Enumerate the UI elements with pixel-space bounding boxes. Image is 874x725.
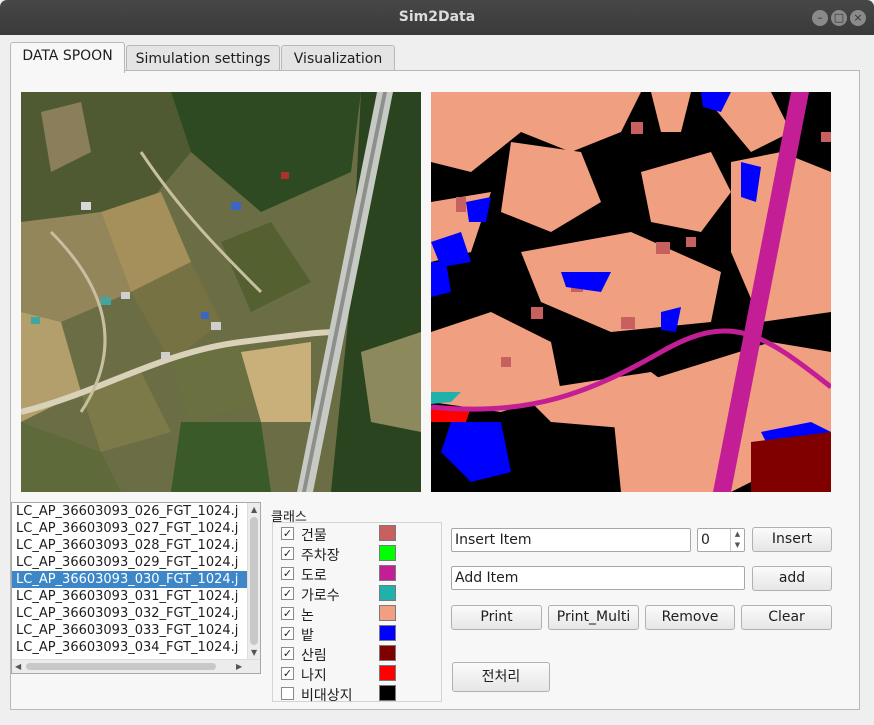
- remove-button[interactable]: Remove: [645, 605, 735, 630]
- class-checkbox[interactable]: ✓: [281, 607, 294, 620]
- class-row: ✓ 가로수: [281, 584, 396, 604]
- tab-data-spoon[interactable]: DATA SPOON: [10, 42, 125, 73]
- file-list[interactable]: LC_AP_36603093_026_FGT_1024.j LC_AP_36603…: [11, 502, 261, 674]
- scroll-up-icon[interactable]: ▲: [251, 505, 257, 514]
- minimize-button[interactable]: –: [812, 10, 828, 26]
- spin-arrows[interactable]: ▲ ▼: [730, 529, 744, 551]
- horizontal-scrollbar[interactable]: ◀ ▶: [12, 659, 260, 673]
- file-list-item[interactable]: LC_AP_36603093_029_FGT_1024.j: [12, 554, 248, 571]
- class-color-swatch[interactable]: [379, 665, 396, 681]
- tab-simulation-settings[interactable]: Simulation settings: [126, 45, 280, 72]
- class-label: 비대상지: [301, 688, 353, 704]
- class-checkbox[interactable]: ✓: [281, 627, 294, 640]
- scroll-right-icon[interactable]: ▶: [236, 662, 242, 671]
- scroll-down-icon[interactable]: ▼: [251, 648, 257, 657]
- file-list-item[interactable]: LC_AP_36603093_026_FGT_1024.j: [12, 503, 248, 520]
- class-color-swatch[interactable]: [379, 625, 396, 641]
- class-checkbox[interactable]: [281, 687, 294, 700]
- class-color-swatch[interactable]: [379, 525, 396, 541]
- app-window: Sim2Data – □ × DATA SPOON Simulation set…: [0, 0, 874, 725]
- class-row: ✓ 건물: [281, 524, 396, 544]
- class-label: 건물: [301, 528, 327, 544]
- file-list-item[interactable]: LC_AP_36603093_030_FGT_1024.j: [12, 571, 248, 588]
- window-title: Sim2Data: [398, 9, 476, 25]
- class-label: 논: [301, 608, 314, 624]
- aerial-image: [21, 92, 421, 492]
- class-color-swatch[interactable]: [379, 565, 396, 581]
- index-spinbox-value: 0: [701, 532, 710, 548]
- class-label: 도로: [301, 568, 327, 584]
- class-label: 가로수: [301, 588, 340, 604]
- hscroll-thumb[interactable]: [26, 663, 216, 670]
- segmentation-image: [431, 92, 831, 492]
- add-button[interactable]: add: [752, 566, 832, 591]
- class-checkbox[interactable]: ✓: [281, 647, 294, 660]
- class-label: 산림: [301, 648, 327, 664]
- class-row: 비대상지: [281, 684, 396, 704]
- class-row: ✓ 나지: [281, 664, 396, 684]
- scroll-left-icon[interactable]: ◀: [15, 662, 21, 671]
- class-row: ✓ 도로: [281, 564, 396, 584]
- print-multi-button[interactable]: Print_Multi: [548, 605, 639, 630]
- insert-item-input[interactable]: Insert Item: [451, 528, 691, 552]
- file-list-item[interactable]: LC_AP_36603093_027_FGT_1024.j: [12, 520, 248, 537]
- class-color-swatch[interactable]: [379, 585, 396, 601]
- index-spinbox[interactable]: 0 ▲ ▼: [697, 528, 745, 552]
- class-checkbox[interactable]: ✓: [281, 667, 294, 680]
- vertical-scrollbar[interactable]: ▲ ▼: [247, 503, 260, 660]
- class-row: ✓ 산림: [281, 644, 396, 664]
- file-list-item[interactable]: LC_AP_36603093_028_FGT_1024.j: [12, 537, 248, 554]
- close-button[interactable]: ×: [850, 10, 866, 26]
- maximize-button[interactable]: □: [831, 10, 847, 26]
- class-group: ✓ 건물 ✓ 주차장 ✓ 도로 ✓ 가로수 ✓ 논 ✓ 밭 ✓ 산림 ✓ 나지 비대상지: [272, 522, 442, 704]
- class-label: 밭: [301, 628, 314, 644]
- class-row: ✓ 주차장: [281, 544, 396, 564]
- file-list-rows: LC_AP_36603093_026_FGT_1024.j LC_AP_36603…: [12, 503, 260, 656]
- insert-button[interactable]: Insert: [752, 527, 832, 552]
- clear-button[interactable]: Clear: [741, 605, 832, 630]
- print-button[interactable]: Print: [451, 605, 542, 630]
- preprocess-button[interactable]: 전처리: [452, 662, 550, 692]
- class-checkbox[interactable]: ✓: [281, 527, 294, 540]
- class-checkbox[interactable]: ✓: [281, 567, 294, 580]
- spin-up-icon[interactable]: ▲: [731, 529, 744, 540]
- file-list-item[interactable]: LC_AP_36603093_032_FGT_1024.j: [12, 605, 248, 622]
- file-list-item[interactable]: LC_AP_36603093_034_FGT_1024.j: [12, 639, 248, 656]
- class-label: 주차장: [301, 548, 340, 564]
- file-list-item[interactable]: LC_AP_36603093_031_FGT_1024.j: [12, 588, 248, 605]
- class-color-swatch[interactable]: [379, 685, 396, 701]
- file-list-item[interactable]: LC_AP_36603093_033_FGT_1024.j: [12, 622, 248, 639]
- class-color-swatch[interactable]: [379, 605, 396, 621]
- tab-visualization[interactable]: Visualization: [281, 45, 395, 72]
- add-item-input[interactable]: Add Item: [451, 566, 745, 590]
- class-checkbox[interactable]: ✓: [281, 547, 294, 560]
- class-label: 나지: [301, 668, 327, 684]
- title-bar: Sim2Data – □ ×: [0, 0, 874, 35]
- class-color-swatch[interactable]: [379, 645, 396, 661]
- class-row: ✓ 밭: [281, 624, 396, 644]
- scroll-thumb[interactable]: [250, 517, 258, 645]
- spin-down-icon[interactable]: ▼: [731, 540, 744, 551]
- class-checkbox[interactable]: ✓: [281, 587, 294, 600]
- class-color-swatch[interactable]: [379, 545, 396, 561]
- class-row: ✓ 논: [281, 604, 396, 624]
